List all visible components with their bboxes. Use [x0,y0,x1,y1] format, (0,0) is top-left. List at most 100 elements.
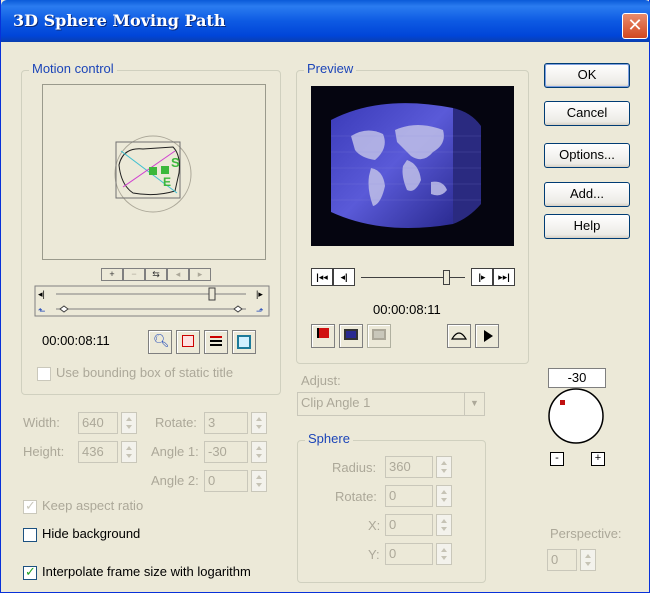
perspective-field[interactable]: 0 [547,549,577,571]
go-start-button[interactable]: |◂◂ [311,268,333,286]
help-button[interactable]: Help [544,214,630,239]
angle2-label: Angle 2: [151,473,199,488]
step-back-button[interactable]: ◂| [333,268,355,286]
motion-canvas[interactable]: S E [42,84,266,260]
angle2-spinner[interactable] [251,470,267,492]
flag-icon [317,328,329,338]
monitor-icon [344,329,358,340]
ok-button[interactable]: OK [544,63,630,88]
interpolate-checkbox[interactable]: ✓ [23,564,37,580]
sphere-rotate-field[interactable]: 0 [385,485,433,507]
dial-plus-button[interactable]: + [591,452,605,466]
sphere-y-field[interactable]: 0 [385,543,433,565]
adjust-label: Adjust: [301,373,341,388]
dialog-window: 3D Sphere Moving Path ✕ Motion control S… [0,0,650,593]
preview-timecode: 00:00:08:11 [373,302,441,317]
angle2-field[interactable]: 0 [204,470,248,492]
sphere-y-spinner[interactable] [436,543,452,565]
perspective-label: Perspective: [550,526,622,541]
preview-label: Preview [304,61,357,76]
adjust-dropdown[interactable]: Clip Angle 1 ▼ [297,392,485,416]
angle1-spinner[interactable] [251,441,267,463]
height-spinner[interactable] [121,441,137,463]
preview-flag-button[interactable] [311,324,335,348]
sphere-radius-spinner[interactable] [436,456,452,478]
sphere-x-spinner[interactable] [436,514,452,536]
add-keyframe-button[interactable]: + [101,268,123,281]
checkmark-icon: ✓ [25,564,36,579]
interpolate-label: Interpolate frame size with logarithm [42,564,251,579]
keep-aspect-checkbox[interactable]: ✓ [23,498,37,514]
reverse-keyframe-button[interactable]: ⇆ [145,268,167,281]
preview-monitor2-button[interactable] [367,324,391,348]
preview-slider[interactable] [361,270,465,286]
height-field[interactable]: 436 [78,441,118,463]
prev-keyframe-button[interactable]: ◂ [167,268,189,281]
sphere-label: Sphere [305,431,353,446]
step-forward-button[interactable]: |▸ [471,268,493,286]
start-label: S [171,155,180,170]
options-button[interactable]: Options... [544,143,630,168]
title-bar[interactable]: 3D Sphere Moving Path ✕ [1,0,650,42]
dial-minus-button[interactable]: - [550,452,564,466]
magnifier-icon: 🔍︎ [153,333,170,348]
align-icon [210,336,222,338]
motion-timecode: 00:00:08:11 [42,333,110,348]
add-button[interactable]: Add... [544,182,630,207]
angle-value-display: -30 [548,368,606,388]
play-icon [484,330,493,342]
next-keyframe-button[interactable]: ▸ [189,268,211,281]
fit-button[interactable] [176,330,200,354]
mask-button[interactable] [447,324,471,348]
svg-text:◂|: ◂| [38,289,45,299]
checkmark-icon: ✓ [25,498,36,513]
sphere-y-label: Y: [368,547,380,562]
rotate-field[interactable]: 3 [204,412,248,434]
timeline-slider: ◂| |▸ ⬑ ⬏ [34,285,270,317]
preview-screen [311,86,514,246]
sphere-rotate-spinner[interactable] [436,485,452,507]
timeline-thumb [208,287,216,301]
sphere-radius-field[interactable]: 360 [385,456,433,478]
sphere-x-field[interactable]: 0 [385,514,433,536]
svg-text:⬏: ⬏ [256,306,264,316]
motion-control-label: Motion control [29,61,117,76]
keep-aspect-label: Keep aspect ratio [42,498,144,513]
timeline-slider-area[interactable]: ◂| |▸ ⬑ ⬏ [34,285,270,317]
play-button[interactable] [475,324,499,348]
zoom-button[interactable]: 🔍︎ [148,330,172,354]
close-button[interactable]: ✕ [622,13,648,39]
align-button[interactable] [204,330,228,354]
remove-keyframe-button[interactable]: − [123,268,145,281]
rotate-label: Rotate: [155,415,197,430]
preview-slider-thumb[interactable] [443,270,450,285]
height-label: Height: [23,444,65,459]
window-title: 3D Sphere Moving Path [13,11,226,30]
hide-background-checkbox[interactable] [23,528,37,542]
frame-icon [237,335,251,349]
width-spinner[interactable] [121,412,137,434]
hide-background-label: Hide background [42,526,141,541]
perspective-spinner[interactable] [580,549,596,571]
dial-graphic [548,388,604,444]
bounding-box-checkbox[interactable] [37,367,51,381]
angle-dial[interactable] [545,388,609,444]
sphere-radius-label: Radius: [332,460,377,475]
rotate-spinner[interactable] [251,412,267,434]
end-label: E [163,175,171,189]
go-end-button[interactable]: ▸▸| [493,268,515,286]
end-point-handle [161,166,169,174]
sphere-rotate-label: Rotate: [335,489,377,504]
preview-monitor-button[interactable] [339,324,363,348]
start-point-handle [149,167,157,175]
chevron-down-icon: ▼ [464,393,484,415]
motion-path-diagram: S E [114,135,192,213]
cancel-button[interactable]: Cancel [544,101,630,126]
width-field[interactable]: 640 [78,412,118,434]
angle1-label: Angle 1: [151,444,199,459]
dial-indicator [560,400,565,405]
close-icon: ✕ [627,15,643,35]
fit-icon [182,335,194,347]
frame-button[interactable] [232,330,256,354]
angle1-field[interactable]: -30 [204,441,248,463]
